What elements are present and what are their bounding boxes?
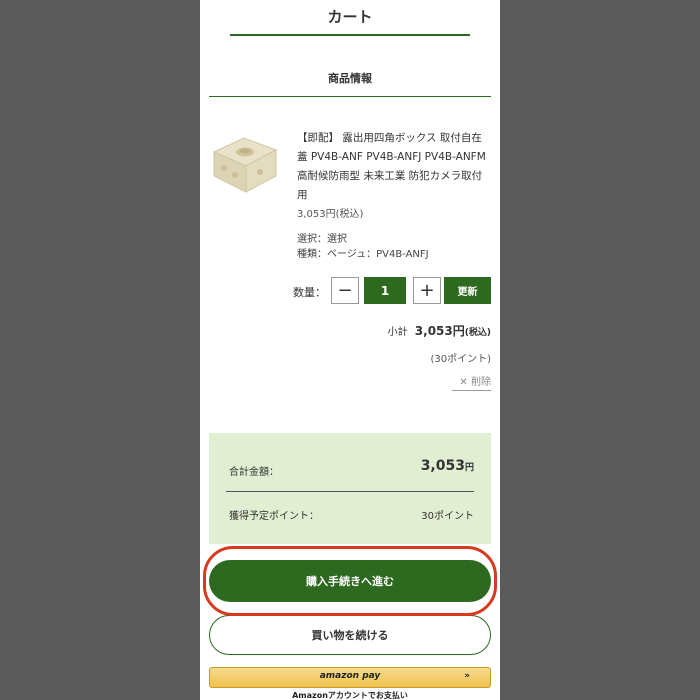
option-type: 種類：ベージュ：PV4B-ANFJ bbox=[297, 249, 429, 260]
quantity-label: 数量： bbox=[293, 286, 326, 299]
page-title: カート bbox=[327, 8, 373, 26]
delete-link[interactable]: ✕ 削除 bbox=[452, 373, 491, 391]
summary-divider bbox=[226, 491, 474, 492]
quantity-increase-button[interactable]: + bbox=[413, 277, 441, 304]
checkout-highlight-ring bbox=[203, 546, 497, 616]
subtotal-tax: (税込) bbox=[464, 328, 491, 338]
points-value: 30ポイント bbox=[421, 511, 474, 522]
total-amount: 3,053円 bbox=[421, 458, 474, 474]
subtotal-label: 小計 bbox=[387, 327, 408, 338]
product-name-link[interactable]: 【即配】 露出用四角ボックス 取付自在蓋 PV4B-ANF PV4B-ANFJ … bbox=[297, 129, 492, 205]
quantity-input[interactable]: 1 bbox=[364, 277, 406, 304]
title-divider bbox=[230, 34, 470, 36]
subtotal: 小計 3,053円(税込) bbox=[388, 322, 491, 339]
product-image[interactable] bbox=[210, 130, 280, 196]
option-select: 選択：選択 bbox=[297, 234, 347, 245]
amazon-pay-button[interactable]: amazon pay » bbox=[209, 667, 491, 688]
order-summary: 合計金額： 3,053円 獲得予定ポイント： 30ポイント bbox=[209, 433, 491, 544]
update-button[interactable]: 更新 bbox=[444, 277, 491, 304]
close-icon: ✕ bbox=[459, 377, 468, 388]
section-title: 商品情報 bbox=[328, 72, 372, 85]
double-chevron-icon: » bbox=[464, 671, 470, 681]
points-label: 獲得予定ポイント： bbox=[229, 511, 319, 522]
item-points: (30ポイント) bbox=[430, 354, 491, 365]
subtotal-amount: 3,053円 bbox=[414, 324, 465, 338]
delete-label: 削除 bbox=[471, 377, 491, 388]
amazon-pay-logo: amazon pay bbox=[319, 671, 381, 681]
total-label: 合計金額： bbox=[229, 467, 279, 478]
continue-shopping-button[interactable]: 買い物を続ける bbox=[209, 615, 491, 655]
total-value: 3,053 bbox=[420, 458, 465, 474]
unit-price: 3,053円(税込) bbox=[297, 209, 364, 220]
section-divider bbox=[209, 96, 491, 97]
quantity-decrease-button[interactable]: − bbox=[331, 277, 359, 304]
amazon-pay-caption: Amazonアカウントでお支払い bbox=[292, 691, 408, 700]
total-currency: 円 bbox=[464, 463, 474, 473]
